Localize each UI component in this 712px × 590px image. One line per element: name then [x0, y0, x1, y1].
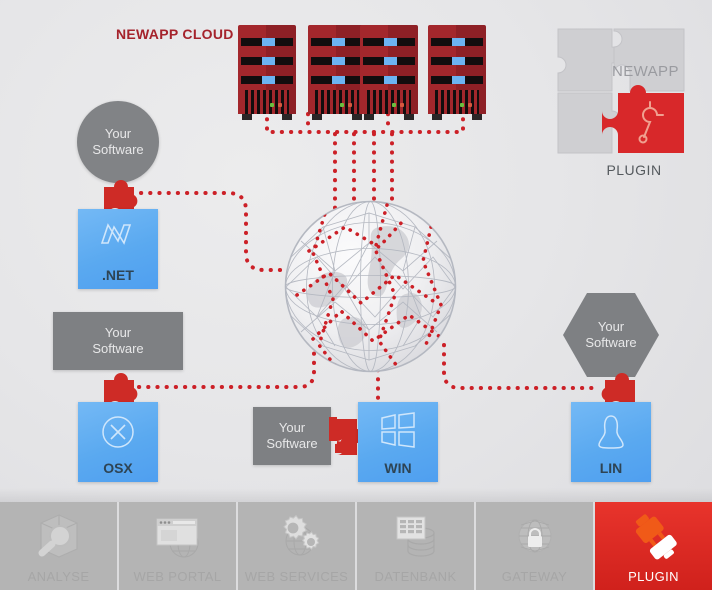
gears-globe-icon	[270, 502, 324, 569]
browser-window-icon	[151, 502, 205, 569]
server-rack	[238, 25, 296, 120]
platform-label: OSX	[103, 460, 133, 476]
server-rack	[428, 25, 486, 120]
taskbar-item-web-services[interactable]: WEB SERVICES	[238, 502, 357, 590]
plugin-caption: PLUGIN	[606, 162, 662, 178]
your-software-label: Your Software	[92, 325, 144, 356]
taskbar-item-gateway[interactable]: GATEWAY	[476, 502, 595, 590]
taskbar-label: WEB SERVICES	[244, 569, 349, 584]
taskbar-label: WEB PORTAL	[133, 569, 222, 584]
globe-lock-icon	[510, 502, 560, 569]
platform-tile-win[interactable]: WIN	[358, 402, 438, 482]
taskbar-label: ANALYSE	[27, 569, 90, 584]
taskbar-shadow	[0, 488, 712, 502]
dotnet-to-globe-path	[139, 191, 294, 272]
taskbar-item-datenbank[interactable]: DATENBANK	[357, 502, 476, 590]
server-rack	[308, 25, 366, 120]
platform-tile-lin[interactable]: LIN	[571, 402, 651, 482]
taskbar-item-analyse[interactable]: ANALYSE	[0, 502, 119, 590]
your-software-rect-small: Your Software	[253, 407, 331, 465]
taskbar-label: DATENBANK	[374, 569, 457, 584]
your-software-label: Your Software	[266, 420, 318, 451]
your-software-circle: Your Software	[77, 101, 159, 183]
platform-tile-dotnet[interactable]: .NET	[78, 209, 158, 289]
your-software-label: Your Software	[92, 126, 144, 157]
your-software-hexagon: Your Software	[563, 293, 659, 377]
newapp-plugin-panel: NEWAPP	[556, 27, 690, 155]
server-rack	[360, 25, 418, 120]
osx-logo	[78, 412, 158, 452]
taskbar-label: GATEWAY	[501, 569, 568, 584]
your-software-rect: Your Software	[53, 312, 183, 370]
dotnet-logo	[78, 219, 158, 249]
windows-logo	[358, 412, 438, 448]
globe-to-lin-path	[442, 343, 594, 390]
platform-label: WIN	[384, 460, 412, 476]
diagram-canvas: .dot { fill:none; stroke:#cc2027; stroke…	[0, 0, 712, 590]
network-globe	[284, 200, 457, 373]
newapp-brand-label: NEWAPP	[612, 63, 679, 80]
taskbar-item-plugin[interactable]: PLUGIN	[595, 502, 712, 590]
penguin-logo	[571, 412, 651, 452]
your-software-label: Your Software	[585, 319, 637, 350]
taskbar: ANALYSE WEB PORTAL WEB SERVICES DATENBAN…	[0, 502, 712, 590]
cloud-title: NEWAPP CLOUD	[116, 26, 234, 42]
taskbar-item-web-portal[interactable]: WEB PORTAL	[119, 502, 238, 590]
plug-icon	[628, 502, 680, 569]
platform-tile-osx[interactable]: OSX	[78, 402, 158, 482]
magnifier-cube-icon	[33, 502, 85, 569]
database-table-icon	[389, 502, 443, 569]
taskbar-label: PLUGIN	[628, 569, 679, 584]
platform-label: LIN	[599, 460, 623, 476]
platform-label: .NET	[102, 267, 134, 283]
